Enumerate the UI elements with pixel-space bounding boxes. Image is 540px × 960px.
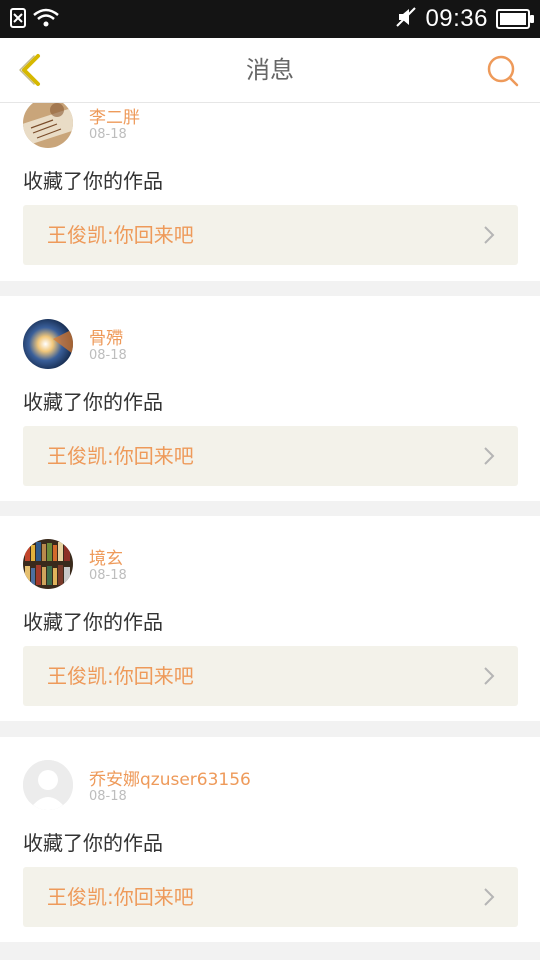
work-link[interactable]: 王俊凯:你回来吧: [23, 646, 518, 706]
notification-card: 乔安娜qzuser63156 08-18 收藏了你的作品 王俊凯:你回来吧: [0, 737, 540, 942]
work-title: 王俊凯:你回来吧: [47, 223, 194, 247]
status-bar: 09:36: [0, 0, 540, 38]
notification-card: 李二胖 08-18 收藏了你的作品 王俊凯:你回来吧: [0, 103, 540, 281]
user-name[interactable]: 乔安娜qzuser63156: [89, 765, 251, 790]
battery-icon: [496, 9, 534, 29]
user-name[interactable]: 骨殢: [89, 324, 123, 349]
work-link[interactable]: 王俊凯:你回来吧: [23, 205, 518, 265]
notification-action: 收藏了你的作品: [23, 390, 163, 414]
work-link[interactable]: 王俊凯:你回来吧: [23, 867, 518, 927]
chevron-right-icon: [484, 226, 495, 244]
work-title: 王俊凯:你回来吧: [47, 444, 194, 468]
notification-card: 骨殢 08-18 收藏了你的作品 王俊凯:你回来吧: [0, 296, 540, 501]
work-link[interactable]: 王俊凯:你回来吧: [23, 426, 518, 486]
notification-card: 境玄 08-18 收藏了你的作品 王俊凯:你回来吧: [0, 516, 540, 721]
page-title: 消息: [246, 56, 294, 84]
avatar[interactable]: [23, 319, 73, 369]
default-avatar-icon: [23, 760, 73, 810]
status-time: 09:36: [425, 5, 488, 32]
notification-list[interactable]: 李二胖 08-18 收藏了你的作品 王俊凯:你回来吧 骨殢 08-18 收藏了你…: [0, 103, 540, 960]
avatar[interactable]: [23, 103, 73, 148]
user-name[interactable]: 李二胖: [89, 103, 140, 128]
notification-date: 08-18: [89, 348, 127, 363]
notification-date: 08-18: [89, 127, 127, 142]
notification-action: 收藏了你的作品: [23, 610, 163, 634]
sim-card-icon: [10, 8, 26, 32]
search-button[interactable]: [486, 54, 520, 88]
work-title: 王俊凯:你回来吧: [47, 885, 194, 909]
notification-date: 08-18: [89, 789, 127, 804]
chevron-right-icon: [484, 888, 495, 906]
avatar[interactable]: [23, 760, 73, 810]
top-nav-bar: 消息: [0, 38, 540, 103]
avatar[interactable]: [23, 539, 73, 589]
search-icon: [487, 55, 519, 87]
notification-date: 08-18: [89, 568, 127, 583]
work-title: 王俊凯:你回来吧: [47, 664, 194, 688]
chevron-right-icon: [484, 667, 495, 685]
notification-action: 收藏了你的作品: [23, 169, 163, 193]
chevron-right-icon: [484, 447, 495, 465]
wifi-icon: [32, 8, 60, 32]
user-name[interactable]: 境玄: [89, 544, 123, 569]
notification-action: 收藏了你的作品: [23, 831, 163, 855]
mute-icon: [395, 6, 417, 32]
